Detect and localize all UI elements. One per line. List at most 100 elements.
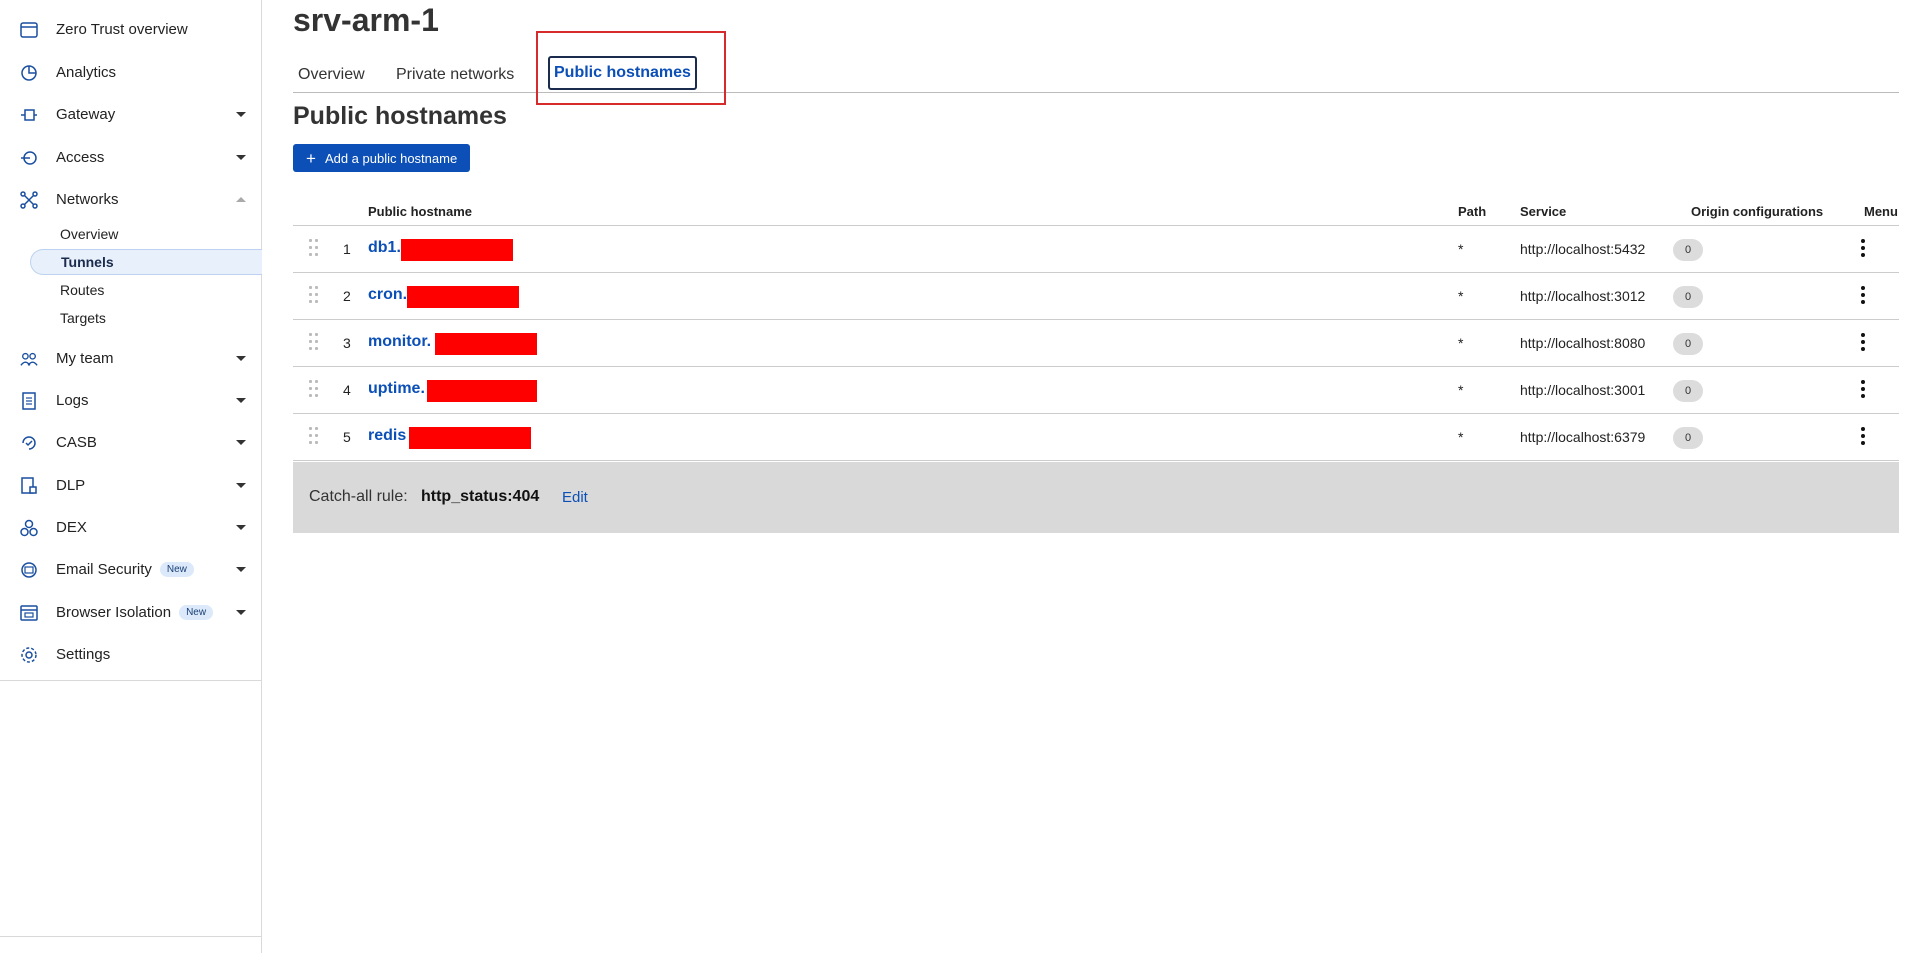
- nav-item-logs[interactable]: Logs: [0, 382, 262, 418]
- catch-all-rule-bar: Catch-all rule: http_status:404 Edit: [293, 462, 1899, 533]
- sub-label: Targets: [60, 310, 106, 326]
- hostname-link[interactable]: db1.: [368, 239, 401, 257]
- hostname-link[interactable]: uptime.: [368, 380, 425, 398]
- pie-chart-icon: [20, 64, 38, 82]
- nav-label: CASB: [56, 433, 97, 451]
- header-public-hostname: Public hostname: [368, 204, 473, 219]
- sidebar-item-overview[interactable]: Overview: [30, 221, 262, 247]
- origin-config-count: 0: [1673, 239, 1703, 261]
- drag-handle-icon[interactable]: [309, 427, 321, 447]
- table-row: 3 monitor. * http://localhost:8080 0: [293, 320, 1899, 367]
- nav-item-access[interactable]: Access: [0, 139, 262, 175]
- header-menu: Menu: [1864, 204, 1898, 219]
- chevron-down-icon: [236, 112, 246, 117]
- sidebar-divider: [0, 680, 262, 681]
- row-number: 1: [343, 241, 351, 257]
- hostname-link[interactable]: monitor.: [368, 333, 431, 351]
- drag-handle-icon[interactable]: [309, 380, 321, 400]
- page-title: srv-arm-1: [293, 2, 439, 38]
- header-origin-configurations: Origin configurations: [1691, 204, 1824, 219]
- hostname-link[interactable]: cron.: [368, 286, 407, 304]
- logs-icon: [20, 392, 38, 410]
- nav-label: Access: [56, 148, 105, 166]
- nav-item-my-team[interactable]: My team: [0, 340, 262, 376]
- table-row: 5 redis * http://localhost:6379 0: [293, 414, 1899, 461]
- table-row: 2 cron. * http://localhost:3012 0: [293, 273, 1899, 320]
- kebab-menu-icon[interactable]: [1858, 379, 1868, 401]
- nav-label: Email Security New: [56, 561, 194, 578]
- add-public-hostname-button[interactable]: + Add a public hostname: [293, 144, 471, 172]
- kebab-menu-icon[interactable]: [1858, 426, 1868, 448]
- sidebar-item-tunnels[interactable]: Tunnels: [30, 249, 262, 275]
- nav-label: Logs: [56, 391, 89, 409]
- email-security-icon: [20, 561, 38, 579]
- nav-label: My team: [56, 349, 114, 367]
- edit-catch-all-link[interactable]: Edit: [562, 489, 588, 506]
- nav-label: Zero Trust overview: [56, 20, 188, 38]
- kebab-menu-icon[interactable]: [1858, 238, 1868, 260]
- plus-icon: +: [306, 148, 316, 168]
- nav-label: DLP: [56, 476, 86, 494]
- redaction-mark: [407, 286, 519, 308]
- drag-handle-icon[interactable]: [309, 239, 321, 259]
- redaction-mark: [401, 239, 513, 261]
- nav-item-analytics[interactable]: Analytics: [0, 54, 262, 90]
- nav-item-email-security[interactable]: Email Security New: [0, 551, 262, 587]
- service-value: http://localhost:5432: [1520, 241, 1646, 257]
- nav-label: Settings: [56, 645, 111, 663]
- origin-config-count: 0: [1673, 380, 1703, 402]
- hostname-link[interactable]: redis: [368, 427, 406, 445]
- nav-item-dex[interactable]: DEX: [0, 509, 262, 545]
- service-value: http://localhost:3012: [1520, 288, 1646, 304]
- gear-icon: [20, 646, 38, 664]
- browser-isolation-icon: [20, 604, 38, 622]
- kebab-menu-icon[interactable]: [1858, 285, 1868, 307]
- nav-item-zero-trust-overview[interactable]: Zero Trust overview: [0, 11, 262, 47]
- section-title: Public hostnames: [293, 102, 507, 130]
- access-icon: [20, 149, 38, 167]
- add-button-label: Add a public hostname: [324, 150, 458, 166]
- drag-handle-icon[interactable]: [309, 286, 321, 306]
- redaction-mark: [435, 333, 537, 355]
- chevron-down-icon: [236, 356, 246, 361]
- tab-overview[interactable]: Overview: [298, 66, 365, 84]
- nav-item-casb[interactable]: CASB: [0, 424, 262, 460]
- networks-icon: [20, 191, 38, 209]
- sidebar-item-routes[interactable]: Routes: [30, 277, 262, 303]
- sidebar-item-targets[interactable]: Targets: [30, 305, 262, 331]
- nav-label: Gateway: [56, 105, 116, 123]
- sub-label: Routes: [60, 282, 105, 298]
- sidebar-divider: [0, 936, 262, 937]
- header-path: Path: [1458, 204, 1487, 219]
- path-value: *: [1458, 429, 1464, 445]
- chevron-down-icon: [236, 610, 246, 615]
- nav-item-networks[interactable]: Networks: [0, 181, 262, 217]
- service-value: http://localhost:8080: [1520, 335, 1646, 351]
- catch-all-label: Catch-all rule:: [309, 488, 408, 505]
- nav-item-gateway[interactable]: Gateway: [0, 96, 262, 132]
- chevron-down-icon: [236, 440, 246, 445]
- nav-label: Analytics: [56, 63, 117, 81]
- drag-handle-icon[interactable]: [309, 333, 321, 353]
- redaction-mark: [427, 380, 537, 402]
- browser-window-icon: [20, 21, 38, 39]
- nav-item-browser-isolation[interactable]: Browser Isolation New: [0, 594, 262, 630]
- gateway-icon: [20, 106, 38, 124]
- redaction-mark: [409, 427, 531, 449]
- nav-label: Networks: [56, 190, 119, 208]
- kebab-menu-icon[interactable]: [1858, 332, 1868, 354]
- catch-all-value: http_status:404: [421, 488, 540, 505]
- highlight-annotation: [536, 31, 726, 105]
- path-value: *: [1458, 382, 1464, 398]
- tab-bar: Overview Private networks Public hostnam…: [293, 56, 1899, 93]
- nav-item-dlp[interactable]: DLP: [0, 467, 262, 503]
- nav-item-settings[interactable]: Settings: [0, 636, 262, 672]
- chevron-down-icon: [236, 525, 246, 530]
- team-icon: [20, 350, 38, 368]
- tab-private-networks[interactable]: Private networks: [396, 66, 514, 84]
- row-number: 5: [343, 429, 351, 445]
- main-content: srv-arm-1 Overview Private networks Publ…: [293, 0, 1899, 953]
- origin-config-count: 0: [1673, 427, 1703, 449]
- origin-config-count: 0: [1673, 333, 1703, 355]
- row-number: 3: [343, 335, 351, 351]
